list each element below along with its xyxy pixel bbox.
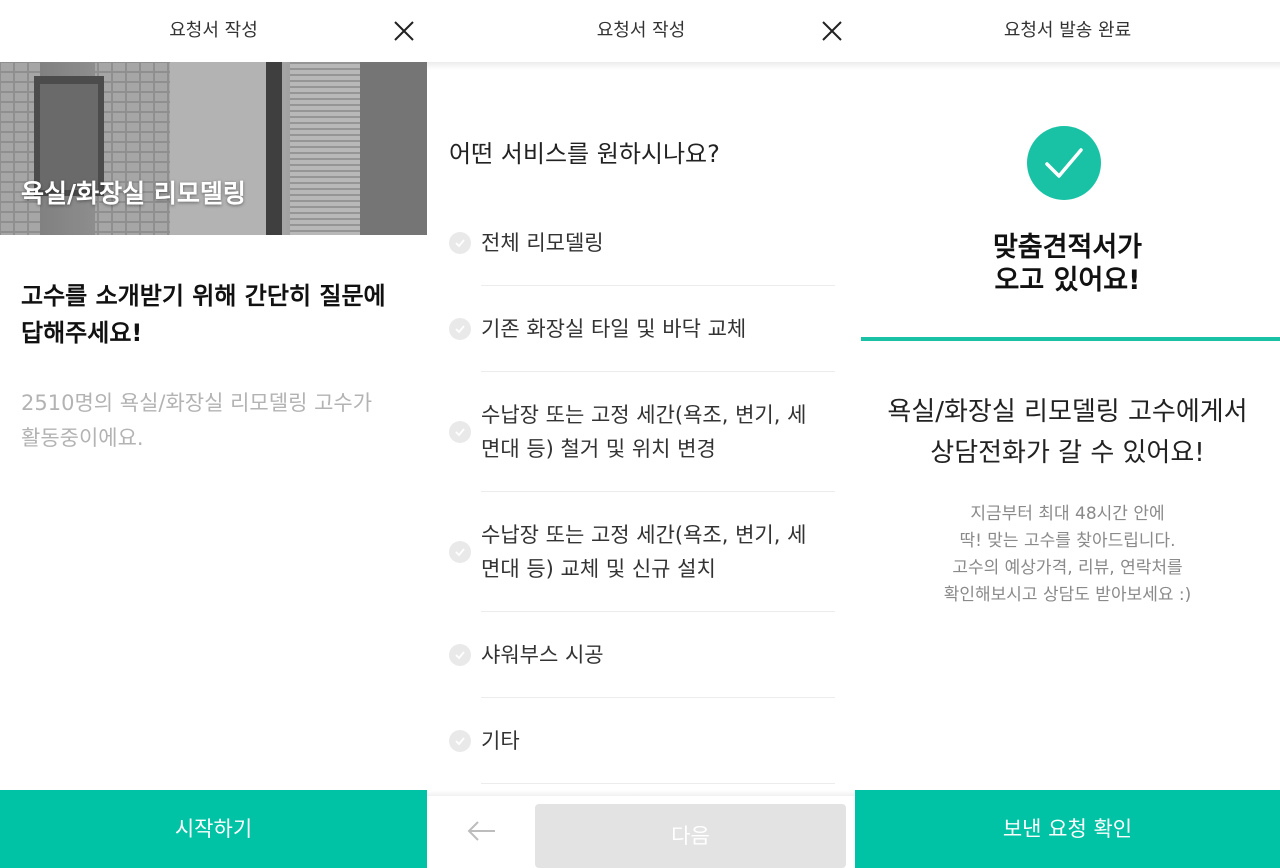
intro-heading-line-1: 고수를 소개받기 위해 간단히 질문에 [21, 282, 386, 310]
check-circle-icon [449, 318, 471, 340]
consult-message-line-1: 욕실/화장실 리모델링 고수에게서 [887, 397, 1248, 427]
option-label: 샤워부스 시공 [481, 612, 835, 698]
done-title-line-1: 맞춤견적서가 [992, 232, 1143, 263]
checkmark-icon [1027, 126, 1101, 200]
option-label-line-2: 면대 등) 교체 및 신규 설치 [481, 557, 716, 581]
option-item[interactable]: 수납장 또는 고정 세간(욕조, 변기, 세 면대 등) 철거 및 위치 변경 [449, 372, 835, 492]
check-circle-icon [449, 730, 471, 752]
option-item[interactable]: 기타 [449, 698, 835, 784]
option-label: 전체 리모델링 [481, 200, 835, 286]
header: 요청서 작성 [0, 0, 427, 62]
service-options: 전체 리모델링 기존 화장실 타일 및 바닥 교체 수납장 또는 고정 세간(욕… [449, 200, 835, 784]
header: 요청서 작성 [427, 0, 855, 62]
consult-message: 욕실/화장실 리모델링 고수에게서 상담전화가 갈 수 있어요! [855, 392, 1280, 474]
option-label-line-1: 전체 리모델링 [481, 231, 604, 255]
hero-banner: 욕실/화장실 리모델링 [0, 62, 427, 235]
intro-subtext-line-2: 활동중이에요. [21, 426, 144, 450]
option-label-line-1: 샤워부스 시공 [481, 643, 604, 667]
next-button[interactable]: 다음 [535, 804, 846, 868]
option-label-line-2: 면대 등) 철거 및 위치 변경 [481, 437, 716, 461]
accent-divider [861, 337, 1280, 341]
close-icon[interactable] [389, 16, 419, 46]
intro-subtext-line-1: 2510명의 욕실/화장실 리모델링 고수가 [21, 391, 373, 415]
description-line-4: 확인해보시고 상담도 받아보세요 :) [943, 585, 1192, 605]
header-title: 요청서 작성 [169, 20, 258, 41]
hero-title: 욕실/화장실 리모델링 [21, 179, 246, 208]
intro-subtext: 2510명의 욕실/화장실 리모델링 고수가 활동중이에요. [21, 386, 411, 456]
option-item[interactable]: 수납장 또는 고정 세간(욕조, 변기, 세 면대 등) 교체 및 신규 설치 [449, 492, 835, 612]
option-label: 수납장 또는 고정 세간(욕조, 변기, 세 면대 등) 교체 및 신규 설치 [481, 492, 835, 612]
check-circle-icon [449, 232, 471, 254]
option-label: 기존 화장실 타일 및 바닥 교체 [481, 286, 835, 372]
request-sent-screen: 요청서 발송 완료 맞춤견적서가 오고 있어요! 욕실/화장실 리모델링 고수에… [855, 0, 1280, 868]
intro-screen: 요청서 작성 욕실/화장실 리모델링 고수를 소개받기 위해 간단히 질문에 답… [0, 0, 427, 868]
header-divider [427, 62, 855, 70]
arrow-left-icon[interactable] [465, 814, 499, 848]
option-item[interactable]: 전체 리모델링 [449, 200, 835, 286]
service-question-screen: 요청서 작성 어떤 서비스를 원하시나요? 전체 리모델링 기존 화장실 타일 … [427, 0, 855, 868]
option-label-line-1: 수납장 또는 고정 세간(욕조, 변기, 세 [481, 523, 807, 547]
done-title: 맞춤견적서가 오고 있어요! [855, 231, 1280, 297]
view-sent-request-button[interactable]: 보낸 요청 확인 [855, 790, 1280, 868]
intro-heading: 고수를 소개받기 위해 간단히 질문에 답해주세요! [21, 278, 411, 352]
close-icon[interactable] [817, 16, 847, 46]
description-line-3: 고수의 예상가격, 리뷰, 연락처를 [952, 558, 1183, 578]
header: 요청서 발송 완료 [855, 0, 1280, 62]
navigation-footer: 다음 [427, 790, 855, 868]
check-circle-icon [449, 644, 471, 666]
option-item[interactable]: 기존 화장실 타일 및 바닥 교체 [449, 286, 835, 372]
option-label-line-1: 기존 화장실 타일 및 바닥 교체 [481, 317, 747, 341]
check-circle-icon [449, 541, 471, 563]
option-label: 기타 [481, 698, 835, 784]
description: 지금부터 최대 48시간 안에 딱! 맞는 고수를 찾아드립니다. 고수의 예상… [855, 501, 1280, 609]
question-title: 어떤 서비스를 원하시나요? [449, 140, 720, 168]
description-line-2: 딱! 맞는 고수를 찾아드립니다. [959, 531, 1176, 551]
check-circle-icon [449, 421, 471, 443]
intro-heading-line-2: 답해주세요! [21, 319, 143, 347]
header-title: 요청서 작성 [596, 20, 686, 41]
option-label: 수납장 또는 고정 세간(욕조, 변기, 세 면대 등) 철거 및 위치 변경 [481, 372, 835, 492]
description-line-1: 지금부터 최대 48시간 안에 [970, 504, 1165, 524]
header-divider [855, 62, 1280, 70]
consult-message-line-2: 상담전화가 갈 수 있어요! [930, 438, 1205, 468]
start-button[interactable]: 시작하기 [0, 790, 427, 868]
option-label-line-1: 수납장 또는 고정 세간(욕조, 변기, 세 [481, 403, 807, 427]
header-title: 요청서 발송 완료 [1003, 20, 1132, 41]
option-label-line-1: 기타 [481, 729, 520, 753]
footer-divider [427, 790, 855, 796]
done-title-line-2: 오고 있어요! [994, 265, 1141, 296]
option-item[interactable]: 샤워부스 시공 [449, 612, 835, 698]
